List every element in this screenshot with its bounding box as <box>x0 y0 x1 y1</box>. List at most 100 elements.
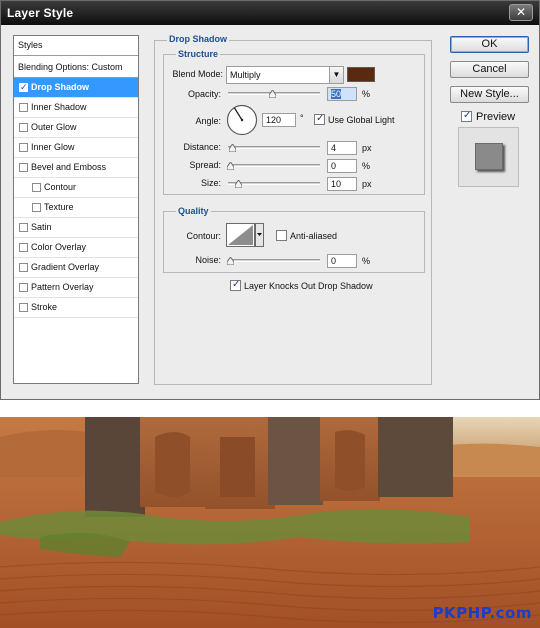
opacity-label: Opacity: <box>187 89 221 99</box>
style-item-checkbox[interactable] <box>19 163 28 172</box>
spread-value: 0 <box>331 161 337 171</box>
layer-style-dialog: Layer Style ✕ Styles Blending Options: C… <box>0 0 540 400</box>
preview-label: Preview <box>476 111 516 123</box>
opacity-value: 50 <box>331 89 342 99</box>
style-item-checkbox[interactable] <box>19 143 28 152</box>
size-unit: px <box>362 179 372 189</box>
noise-unit: % <box>362 256 371 266</box>
spread-label: Spread: <box>189 160 221 170</box>
new-style-button[interactable]: New Style... <box>450 86 529 103</box>
style-item-checkbox[interactable] <box>19 303 28 312</box>
opacity-field[interactable]: 50 <box>327 87 357 101</box>
blend-mode-label: Blend Mode: <box>172 69 223 79</box>
angle-field[interactable]: 120 <box>262 113 296 127</box>
cancel-button[interactable]: Cancel <box>450 61 529 78</box>
opacity-slider-thumb[interactable] <box>269 90 276 98</box>
close-button[interactable]: ✕ <box>509 4 533 21</box>
style-item-inner-shadow[interactable]: Inner Shadow <box>14 98 138 118</box>
noise-label: Noise: <box>195 255 221 265</box>
style-item-label: Color Overlay <box>31 242 87 252</box>
close-icon: ✕ <box>515 5 527 19</box>
noise-slider-track[interactable] <box>228 259 320 262</box>
blend-mode-select[interactable]: Multiply ▼ <box>226 66 344 84</box>
style-item-checkbox[interactable] <box>19 82 28 93</box>
style-item-pattern-overlay[interactable]: Pattern Overlay <box>14 278 138 298</box>
style-item-stroke[interactable]: Stroke <box>14 298 138 318</box>
style-item-contour[interactable]: Contour <box>14 178 138 198</box>
angle-label: Angle: <box>195 116 221 126</box>
structure-title: Structure <box>176 49 221 59</box>
styles-list: Styles Blending Options: Custom Drop Sha… <box>13 35 139 384</box>
style-item-checkbox[interactable] <box>19 243 28 252</box>
size-value: 10 <box>331 179 342 189</box>
style-item-checkbox[interactable] <box>19 103 28 112</box>
blending-options-item[interactable]: Blending Options: Custom <box>14 58 138 78</box>
distance-slider-track[interactable] <box>228 146 320 149</box>
style-item-drop-shadow[interactable]: Drop Shadow <box>14 78 138 98</box>
style-item-label: Inner Glow <box>31 142 75 152</box>
angle-dial[interactable] <box>226 104 258 136</box>
shadow-color-swatch[interactable] <box>347 67 375 82</box>
style-item-checkbox[interactable] <box>19 283 28 292</box>
style-item-inner-glow[interactable]: Inner Glow <box>14 138 138 158</box>
preview-checkbox[interactable] <box>461 110 472 122</box>
size-label: Size: <box>200 178 221 188</box>
ok-button[interactable]: OK <box>450 36 529 53</box>
style-item-label: Contour <box>44 182 77 192</box>
distance-value: 4 <box>331 143 337 153</box>
size-field[interactable]: 10 <box>327 177 357 191</box>
spread-unit: % <box>362 161 371 171</box>
noise-field[interactable]: 0 <box>327 254 357 268</box>
style-item-checkbox[interactable] <box>19 223 28 232</box>
anti-aliased-label: Anti-aliased <box>290 231 338 241</box>
spread-slider-track[interactable] <box>228 164 320 167</box>
distance-label: Distance: <box>183 142 221 152</box>
dialog-title: Layer Style <box>7 6 74 20</box>
noise-slider-thumb[interactable] <box>227 257 234 265</box>
style-item-bevel-and-emboss[interactable]: Bevel and Emboss <box>14 158 138 178</box>
spread-field[interactable]: 0 <box>327 159 357 173</box>
desert-scene <box>0 417 540 628</box>
style-item-label: Outer Glow <box>31 122 77 132</box>
watermark-text: PKPHP.com <box>432 604 532 622</box>
style-item-texture[interactable]: Texture <box>14 198 138 218</box>
drop-shadow-title: Drop Shadow <box>167 34 229 44</box>
style-item-label: Drop Shadow <box>31 82 89 92</box>
style-item-gradient-overlay[interactable]: Gradient Overlay <box>14 258 138 278</box>
style-item-outer-glow[interactable]: Outer Glow <box>14 118 138 138</box>
blend-mode-value: Multiply <box>230 70 261 80</box>
contour-picker[interactable] <box>226 223 264 247</box>
style-item-label: Inner Shadow <box>31 102 87 112</box>
style-item-label: Texture <box>44 202 74 212</box>
style-item-label: Gradient Overlay <box>31 262 100 272</box>
distance-slider-thumb[interactable] <box>229 144 236 152</box>
opacity-unit: % <box>362 89 371 99</box>
knockout-label: Layer Knocks Out Drop Shadow <box>244 281 373 291</box>
preview-thumbnail <box>458 127 519 187</box>
oasis-photo: PKPHP.com <box>0 417 540 628</box>
use-global-light-checkbox[interactable] <box>314 113 325 125</box>
style-item-checkbox[interactable] <box>19 263 28 272</box>
anti-aliased-checkbox[interactable] <box>276 230 287 241</box>
knockout-checkbox[interactable] <box>230 279 241 291</box>
style-item-checkbox[interactable] <box>32 183 41 192</box>
style-item-label: Bevel and Emboss <box>31 162 107 172</box>
style-item-satin[interactable]: Satin <box>14 218 138 238</box>
distance-unit: px <box>362 143 372 153</box>
style-item-color-overlay[interactable]: Color Overlay <box>14 238 138 258</box>
angle-value: 120 <box>266 115 282 125</box>
use-global-light-label: Use Global Light <box>328 115 395 125</box>
angle-unit: ° <box>300 113 304 123</box>
noise-value: 0 <box>331 256 337 266</box>
size-slider-thumb[interactable] <box>235 180 242 188</box>
chevron-down-icon: ▼ <box>329 67 343 83</box>
style-item-checkbox[interactable] <box>32 203 41 212</box>
preview-swatch <box>475 143 503 170</box>
style-item-checkbox[interactable] <box>19 123 28 132</box>
styles-header[interactable]: Styles <box>14 36 138 56</box>
style-item-label: Stroke <box>31 302 58 312</box>
spread-slider-thumb[interactable] <box>227 162 234 170</box>
distance-field[interactable]: 4 <box>327 141 357 155</box>
title-bar: Layer Style ✕ <box>1 1 539 25</box>
style-item-label: Pattern Overlay <box>31 282 94 292</box>
